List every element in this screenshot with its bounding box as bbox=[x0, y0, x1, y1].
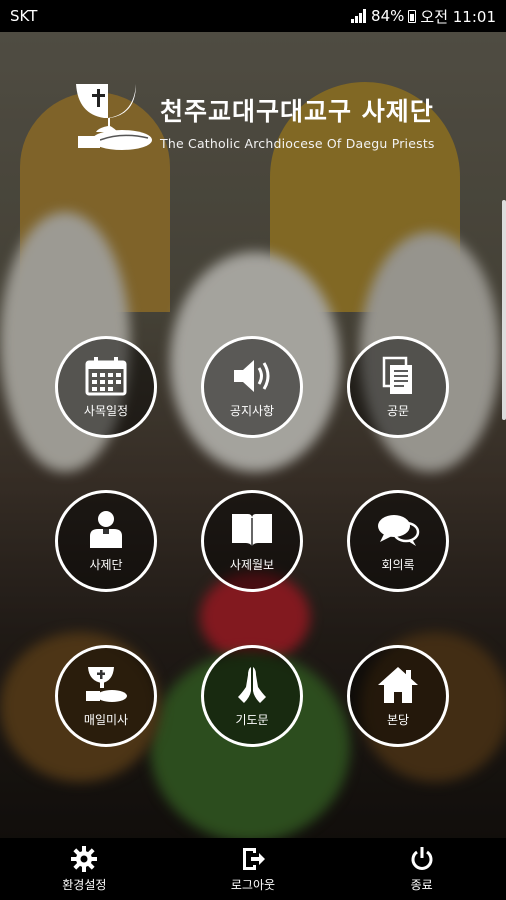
person-icon bbox=[90, 510, 122, 548]
menu-label: 회의록 bbox=[381, 557, 415, 572]
gear-icon bbox=[71, 845, 98, 872]
menu-label: 공지사항 bbox=[229, 403, 275, 418]
logout-label: 로그아웃 bbox=[230, 877, 276, 892]
battery-icon bbox=[408, 9, 417, 23]
status-indicators: 84% 오전 11:01 bbox=[351, 6, 496, 27]
logo-text: 천주교대구대교구 사제단 The Catholic Archdiocese Of… bbox=[160, 92, 435, 151]
menu-notice-button[interactable]: 공지사항 bbox=[201, 336, 303, 438]
book-icon bbox=[232, 513, 272, 546]
battery-percent: 84% bbox=[371, 7, 405, 25]
settings-label: 환경설정 bbox=[62, 877, 107, 892]
app-logo: 천주교대구대교구 사제단 The Catholic Archdiocese Of… bbox=[74, 80, 435, 152]
documents-icon bbox=[382, 356, 412, 394]
chalice-icon bbox=[86, 666, 127, 702]
signal-icon bbox=[351, 9, 367, 23]
menu-prayers-button[interactable]: 기도문 bbox=[201, 645, 303, 747]
menu-priests-button[interactable]: 사제단 bbox=[55, 490, 157, 592]
menu-schedule-button[interactable]: 사목일정 bbox=[55, 336, 157, 438]
power-icon bbox=[411, 846, 433, 870]
exit-label: 종료 bbox=[410, 877, 433, 892]
menu-label: 사제단 bbox=[89, 557, 123, 572]
praying-hands-icon bbox=[238, 666, 266, 703]
app-subtitle: The Catholic Archdiocese Of Daegu Priest… bbox=[160, 136, 435, 151]
bottom-toolbar: 환경설정 로그아웃 종료 bbox=[0, 838, 506, 900]
house-icon bbox=[378, 666, 418, 703]
app-screen: SKT 84% 오전 11:01 천주교대구대교구 사제단 The Cathol… bbox=[0, 0, 506, 900]
menu-label: 기도문 bbox=[235, 712, 269, 727]
menu-monthly-bulletin-button[interactable]: 사제월보 bbox=[201, 490, 303, 592]
chat-icon bbox=[378, 514, 420, 546]
settings-button[interactable]: 환경설정 bbox=[24, 845, 144, 893]
logout-button[interactable]: 로그아웃 bbox=[193, 846, 313, 893]
logout-icon bbox=[242, 847, 265, 870]
menu-label: 공문 bbox=[386, 403, 410, 418]
menu-official-docs-button[interactable]: 공문 bbox=[347, 336, 449, 438]
app-title: 천주교대구대교구 사제단 bbox=[160, 97, 434, 126]
menu-label: 사제월보 bbox=[229, 557, 275, 572]
status-bar: SKT 84% 오전 11:01 bbox=[0, 0, 506, 32]
menu-minutes-button[interactable]: 회의록 bbox=[347, 490, 449, 592]
clock: 오전 11:01 bbox=[420, 7, 496, 26]
chalice-logo-icon bbox=[76, 84, 152, 150]
menu-parish-button[interactable]: 본당 bbox=[347, 645, 449, 747]
side-panel-handle[interactable] bbox=[502, 200, 506, 420]
menu-daily-mass-button[interactable]: 매일미사 bbox=[55, 645, 157, 747]
menu-label: 사목일정 bbox=[83, 403, 129, 418]
carrier-name: SKT bbox=[10, 7, 38, 25]
menu-label: 본당 bbox=[386, 712, 410, 727]
calendar-icon bbox=[85, 356, 127, 395]
menu-label: 매일미사 bbox=[83, 712, 129, 727]
speaker-icon bbox=[234, 359, 270, 392]
exit-button[interactable]: 종료 bbox=[362, 846, 482, 893]
